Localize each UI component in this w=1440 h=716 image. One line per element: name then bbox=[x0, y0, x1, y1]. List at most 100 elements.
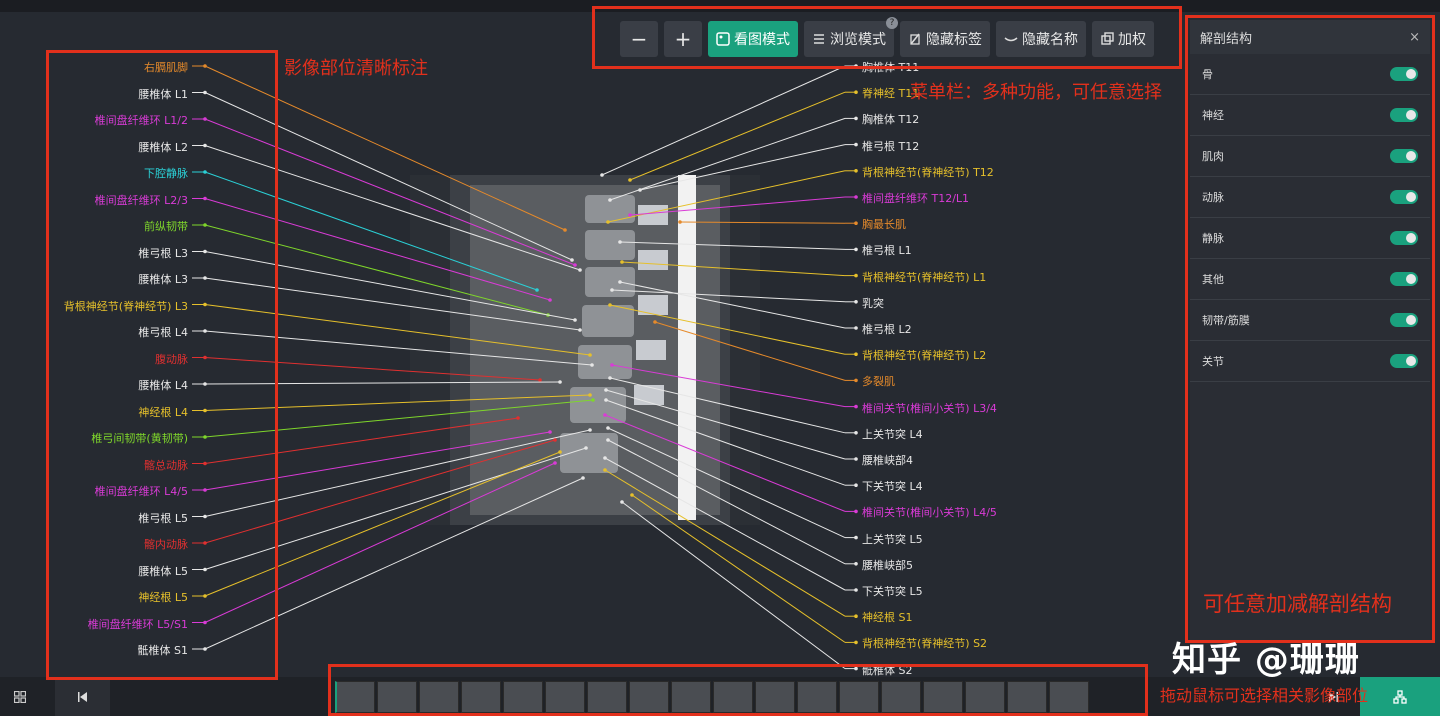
thumbnail[interactable] bbox=[965, 681, 1005, 713]
leader-dot bbox=[620, 260, 624, 264]
hide-tags-button[interactable]: 隐藏标签 bbox=[900, 21, 990, 57]
leader-dot bbox=[578, 268, 582, 272]
thumbnail[interactable] bbox=[1049, 681, 1089, 713]
thumbnail[interactable] bbox=[1007, 681, 1047, 713]
leader-dot bbox=[854, 404, 858, 409]
layout-icon[interactable] bbox=[1360, 677, 1440, 716]
leader-dot bbox=[854, 666, 858, 671]
left-label: 髂总动脉 bbox=[144, 458, 188, 472]
leader-dot bbox=[604, 388, 608, 392]
right-label: 胸椎体 T12 bbox=[862, 113, 920, 127]
left-label: 腰椎体 L5 bbox=[138, 564, 188, 578]
leader-dot bbox=[854, 640, 858, 645]
leader-dot bbox=[591, 398, 595, 402]
grid-icon[interactable] bbox=[0, 677, 40, 716]
anatomy-panel: 解剖结构 × 骨神经 肌肉 动脉 静脉 其他 韧带/筋膜 关节 bbox=[1190, 20, 1430, 640]
left-label: 下腔静脉 bbox=[144, 167, 188, 180]
thumbnail[interactable] bbox=[797, 681, 837, 713]
close-icon[interactable]: × bbox=[1409, 30, 1420, 45]
leader-dot bbox=[516, 416, 520, 420]
watermark: 知乎 @珊珊 bbox=[1172, 640, 1360, 680]
right-label: 上关节突 L4 bbox=[862, 427, 923, 441]
thumbnail[interactable] bbox=[881, 681, 921, 713]
authorize-label: 加权 bbox=[1118, 32, 1146, 48]
right-label: 椎弓根 L1 bbox=[862, 244, 912, 258]
leader-line bbox=[204, 145, 581, 271]
thumbnail[interactable] bbox=[923, 681, 963, 713]
leader-dot bbox=[610, 363, 614, 367]
right-label: 胸椎体 T11 bbox=[862, 61, 920, 74]
right-label: 椎弓根 L2 bbox=[862, 323, 912, 336]
thumbnail[interactable] bbox=[461, 681, 501, 713]
panel-row-label: 骨 bbox=[1202, 68, 1213, 81]
right-label: 椎弓根 T12 bbox=[862, 139, 920, 153]
right-label: 下关节突 L4 bbox=[862, 480, 923, 494]
leader-dot bbox=[588, 428, 592, 432]
leader-dot bbox=[854, 90, 858, 94]
leader-dot bbox=[854, 562, 858, 566]
visibility-toggle[interactable] bbox=[1390, 231, 1418, 245]
leader-line bbox=[609, 304, 846, 355]
leader-dot bbox=[854, 352, 858, 357]
left-label: 神经根 L4 bbox=[138, 405, 188, 419]
visibility-toggle[interactable] bbox=[1390, 313, 1418, 327]
thumbnail[interactable] bbox=[377, 681, 417, 713]
leader-dot bbox=[573, 318, 577, 322]
tag-off-icon bbox=[910, 33, 920, 45]
leader-line bbox=[611, 289, 846, 303]
right-label: 背根神经节(脊神经节) S2 bbox=[862, 637, 988, 651]
visibility-toggle[interactable] bbox=[1390, 149, 1418, 163]
thumbnail-strip[interactable] bbox=[335, 681, 1145, 713]
leader-line bbox=[204, 171, 538, 291]
visibility-toggle[interactable] bbox=[1390, 67, 1418, 81]
zoom-in-button[interactable]: + bbox=[664, 21, 702, 57]
prev-icon[interactable] bbox=[55, 677, 110, 716]
panel-row: 韧带/筋膜 bbox=[1190, 300, 1430, 341]
panel-row-label: 静脉 bbox=[1202, 232, 1224, 245]
list-icon bbox=[814, 34, 824, 44]
thumbnail[interactable] bbox=[587, 681, 627, 713]
thumbnail[interactable] bbox=[335, 681, 375, 713]
thumbnail[interactable] bbox=[419, 681, 459, 713]
help-icon[interactable]: ? bbox=[886, 17, 898, 29]
leader-dot bbox=[600, 173, 604, 177]
leader-line bbox=[607, 427, 846, 539]
right-label: 椎间盘纤维环 T12/L1 bbox=[862, 192, 970, 205]
leader-dot bbox=[588, 393, 592, 397]
thumbnail[interactable] bbox=[755, 681, 795, 713]
visibility-toggle[interactable] bbox=[1390, 272, 1418, 286]
leader-dot bbox=[620, 500, 624, 504]
panel-list: 骨神经 肌肉 动脉 静脉 其他 韧带/筋膜 关节 bbox=[1190, 54, 1430, 382]
left-label: 椎弓间韧带(黄韧带) bbox=[91, 432, 188, 445]
leader-dot bbox=[854, 64, 858, 68]
thumbnail[interactable] bbox=[713, 681, 753, 713]
authorize-button[interactable]: 加权 bbox=[1092, 21, 1154, 57]
leader-line bbox=[621, 261, 846, 277]
leader-dot bbox=[606, 438, 610, 442]
leader-dot bbox=[854, 116, 858, 121]
leader-line bbox=[204, 394, 591, 411]
visibility-toggle[interactable] bbox=[1390, 108, 1418, 122]
right-label: 背根神经节(脊神经节) L1 bbox=[862, 270, 987, 284]
right-label: 神经根 S1 bbox=[862, 611, 913, 625]
leader-dot bbox=[558, 450, 562, 454]
panel-row-label: 神经 bbox=[1202, 109, 1224, 122]
visibility-toggle[interactable] bbox=[1390, 354, 1418, 368]
leader-line bbox=[204, 381, 561, 385]
thumbnail[interactable] bbox=[503, 681, 543, 713]
browse-mode-button[interactable]: 浏览模式 ? bbox=[804, 17, 898, 57]
leader-dot bbox=[854, 247, 858, 252]
leader-line bbox=[609, 117, 846, 201]
leader-dot bbox=[854, 221, 858, 225]
right-label: 背根神经节(脊神经节) T12 bbox=[862, 165, 994, 179]
zoom-out-button[interactable]: − bbox=[620, 21, 658, 57]
thumbnail[interactable] bbox=[671, 681, 711, 713]
left-label: 椎弓根 L3 bbox=[138, 246, 188, 260]
thumbnail[interactable] bbox=[629, 681, 669, 713]
hide-names-button[interactable]: 隐藏名称 bbox=[996, 21, 1086, 57]
leader-line bbox=[204, 451, 561, 597]
thumbnail[interactable] bbox=[545, 681, 585, 713]
view-mode-button[interactable]: 看图模式 bbox=[708, 21, 798, 57]
visibility-toggle[interactable] bbox=[1390, 190, 1418, 204]
thumbnail[interactable] bbox=[839, 681, 879, 713]
